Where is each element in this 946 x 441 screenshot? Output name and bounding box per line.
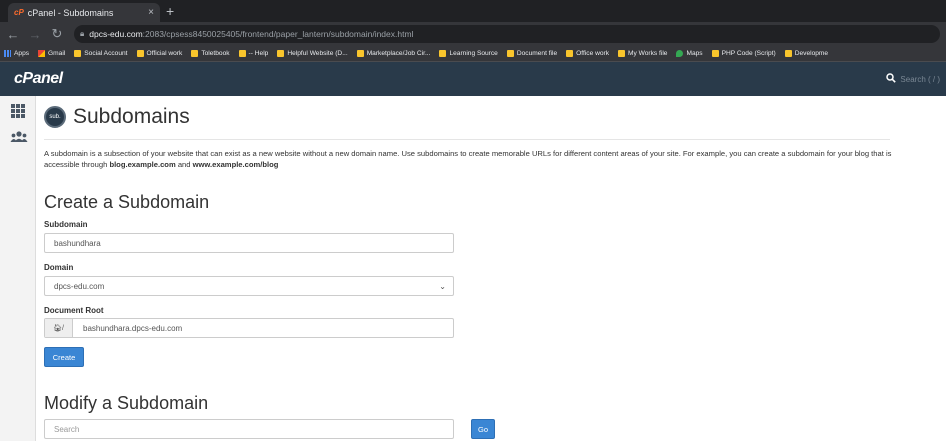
page-header: sub. Subdomains xyxy=(44,105,190,129)
maps-icon xyxy=(676,50,684,57)
bookmark-label: Toletbook xyxy=(201,50,230,57)
domain-select-value: dpcs-edu.com xyxy=(54,281,105,291)
create-subdomain-heading: Create a Subdomain xyxy=(44,192,210,212)
page-title: Subdomains xyxy=(73,105,190,128)
bookmark-label: PHP Code (Script) xyxy=(721,50,776,57)
example-url-2: www.example.com/blog xyxy=(192,160,279,169)
bookmark-label: Helpful Website (D... xyxy=(287,50,348,57)
bookmark-item[interactable]: Apps xyxy=(4,50,29,57)
url-path: :2083/cpsess8450025405/frontend/paper_la… xyxy=(142,29,414,39)
subdomains-badge-icon: sub. xyxy=(44,106,66,128)
example-url-1: blog.example.com xyxy=(109,160,176,169)
apps-grid-icon xyxy=(4,50,11,57)
bookmark-label: My Works file xyxy=(628,50,668,57)
modify-subdomain-heading: Modify a Subdomain xyxy=(44,393,209,413)
modify-search-input[interactable]: Search xyxy=(44,419,454,439)
folder-icon xyxy=(74,50,82,57)
subdomain-label: Subdomain xyxy=(44,220,88,229)
bookmark-item[interactable]: Toletbook xyxy=(191,50,230,57)
go-button[interactable]: Go xyxy=(471,419,495,439)
bookmark-label: Learning Source xyxy=(449,50,498,57)
folder-icon xyxy=(439,50,447,57)
bookmarks-bar: Apps Gmail Social Account Official work Tole… xyxy=(0,46,946,62)
document-root-input[interactable]: 🏠︎ / bashundhara.dpcs-edu.com xyxy=(44,318,454,338)
home-grid-icon[interactable] xyxy=(11,104,25,118)
page-description: A subdomain is a subsection of your webs… xyxy=(44,148,894,170)
bookmark-label: Gmail xyxy=(48,50,66,57)
bookmark-item[interactable]: Office work xyxy=(566,50,609,57)
description-conjunction: and xyxy=(175,160,193,169)
document-root-prefix: 🏠︎ / xyxy=(45,319,73,337)
forward-arrow-icon[interactable]: → xyxy=(26,27,44,42)
bookmark-label: Maps xyxy=(686,50,703,57)
folder-icon xyxy=(191,50,199,57)
bookmark-item[interactable]: Maps xyxy=(676,50,703,57)
sidebar xyxy=(0,96,36,441)
bookmark-item[interactable]: Learning Source xyxy=(439,50,498,57)
subdomain-input[interactable]: bashundhara xyxy=(44,233,454,253)
bookmark-item[interactable]: -- Help xyxy=(238,50,269,57)
reload-icon[interactable]: ↻ xyxy=(48,26,66,42)
bookmark-item[interactable]: Helpful Website (D... xyxy=(277,50,348,57)
document-root-label: Document Root xyxy=(44,306,104,315)
bookmark-label: Apps xyxy=(14,50,30,57)
bookmark-label: Developme xyxy=(794,50,829,57)
address-bar[interactable]: 🔒︎ dpcs-edu.com :2083/cpsess8450025405/f… xyxy=(74,25,940,43)
folder-icon xyxy=(136,50,144,57)
chevron-down-icon: ⌄ xyxy=(439,282,446,291)
browser-tab-strip: cP cPanel - Subdomains × + xyxy=(0,0,946,22)
bookmark-label: -- Help xyxy=(248,50,269,57)
cpanel-favicon-icon: cP xyxy=(14,8,24,17)
cpanel-logo[interactable]: cPanel xyxy=(14,70,63,88)
bookmark-label: Document file xyxy=(516,50,558,57)
home-icon: 🏠︎ xyxy=(53,325,62,332)
browser-toolbar: ← → ↻ 🔒︎ dpcs-edu.com :2083/cpsess845002… xyxy=(0,22,946,46)
gmail-icon xyxy=(38,50,46,57)
tab-title: cPanel - Subdomains xyxy=(27,7,114,18)
main-content: sub. Subdomains A subdomain is a subsect… xyxy=(36,96,946,441)
domain-label: Domain xyxy=(44,263,74,272)
bookmark-label: Office work xyxy=(576,50,610,57)
bookmark-label: Official work xyxy=(146,50,183,57)
document-root-value: bashundhara.dpcs-edu.com xyxy=(83,323,183,333)
lock-icon: 🔒︎ xyxy=(80,29,85,38)
folder-icon xyxy=(784,50,792,57)
bookmark-item[interactable]: Official work xyxy=(136,50,183,57)
folder-icon xyxy=(711,50,719,57)
url-host: dpcs-edu.com xyxy=(89,29,143,39)
users-icon[interactable] xyxy=(10,130,28,144)
folder-icon xyxy=(277,50,285,57)
bookmark-item[interactable]: Document file xyxy=(506,50,558,57)
folder-icon xyxy=(618,50,626,57)
domain-select[interactable]: dpcs-edu.com ⌄ xyxy=(44,276,454,296)
bookmark-item[interactable]: Gmail xyxy=(38,50,65,57)
root-slash: / xyxy=(61,324,64,332)
create-button[interactable]: Create xyxy=(44,347,84,367)
divider xyxy=(44,139,890,140)
tab-close-icon[interactable]: × xyxy=(148,7,154,18)
bookmark-item[interactable]: My Works file xyxy=(618,50,667,57)
folder-icon xyxy=(356,50,364,57)
header-search-input[interactable]: Search ( / ) xyxy=(900,75,940,84)
folder-icon xyxy=(238,50,246,57)
header-search[interactable]: Search ( / ) xyxy=(886,73,940,86)
bookmark-label: Social Account xyxy=(84,50,128,57)
bookmark-item[interactable]: Developme xyxy=(784,50,829,57)
bookmark-label: Marketplace/Job Cir... xyxy=(366,50,431,57)
new-tab-button[interactable]: + xyxy=(166,3,174,19)
search-icon xyxy=(886,73,897,86)
back-arrow-icon[interactable]: ← xyxy=(4,27,22,42)
bookmark-item[interactable]: PHP Code (Script) xyxy=(711,50,776,57)
folder-icon xyxy=(506,50,514,57)
bookmark-item[interactable]: Social Account xyxy=(74,50,128,57)
cpanel-header: cPanel Search ( / ) xyxy=(0,62,946,96)
browser-tab[interactable]: cP cPanel - Subdomains × xyxy=(8,3,160,22)
bookmark-item[interactable]: Marketplace/Job Cir... xyxy=(356,50,431,57)
folder-icon xyxy=(566,50,574,57)
